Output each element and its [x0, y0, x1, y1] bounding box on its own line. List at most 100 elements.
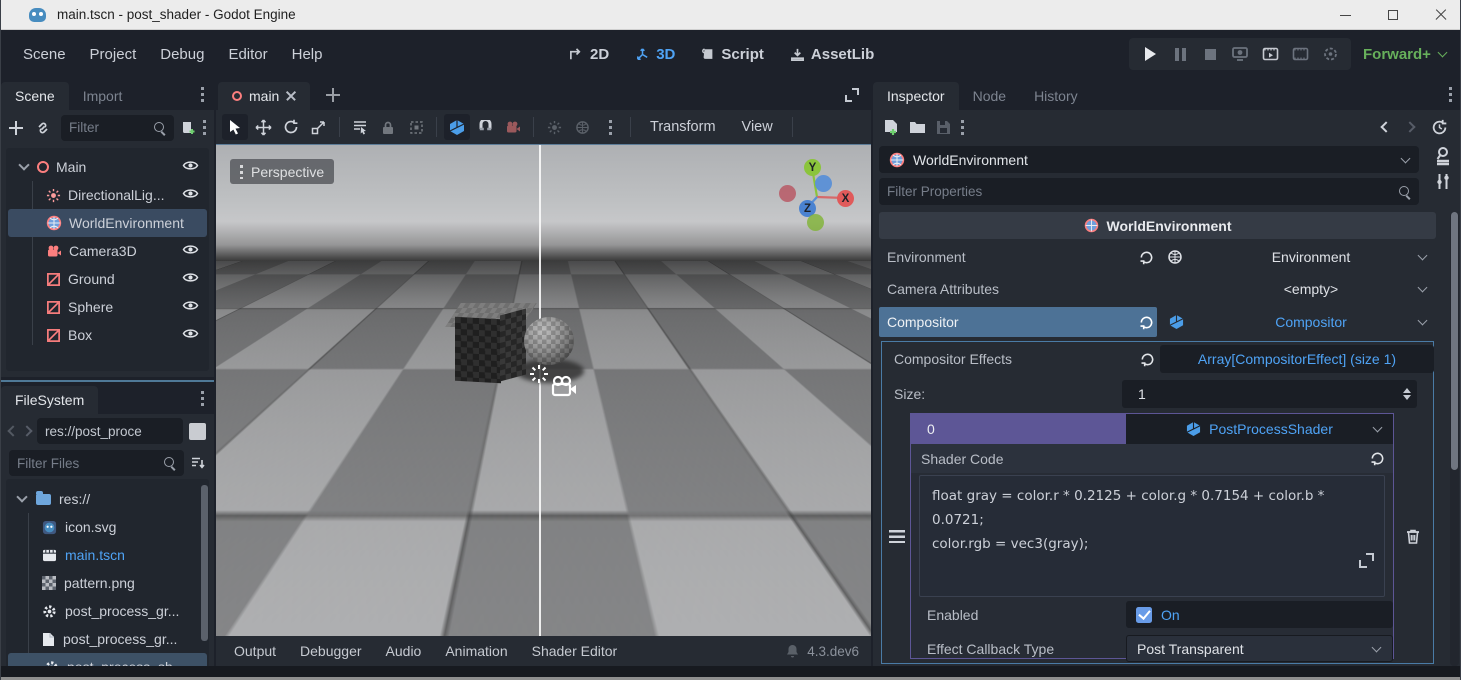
- tab-import[interactable]: Import: [69, 82, 137, 110]
- axis-neg-z-handle[interactable]: [815, 175, 832, 192]
- scene-more-options-icon[interactable]: [203, 120, 206, 135]
- maximize-button[interactable]: [1382, 4, 1404, 26]
- bottom-tab-debugger[interactable]: Debugger: [290, 643, 372, 659]
- menu-help[interactable]: Help: [280, 40, 335, 69]
- notification-bell-icon[interactable]: [786, 644, 799, 658]
- property-camera-attributes[interactable]: Camera Attributes <empty>: [879, 274, 1436, 304]
- shader-code-editor[interactable]: float gray = color.r * 0.2125 + color.g …: [919, 475, 1385, 597]
- visibility-icon[interactable]: [182, 271, 199, 287]
- customize-run-button[interactable]: [1318, 42, 1342, 66]
- lock-selected-button[interactable]: [375, 114, 401, 140]
- fs-item-post-process-shader-1[interactable]: post_process_gr...: [6, 597, 209, 625]
- scene-filter-input[interactable]: Filter: [61, 115, 174, 141]
- dock-options-icon[interactable]: [1449, 87, 1452, 102]
- expand-code-editor-icon[interactable]: [1359, 553, 1374, 568]
- use-local-space-button[interactable]: [444, 114, 470, 140]
- preview-environment-button[interactable]: [569, 114, 595, 140]
- resource-options-icon[interactable]: [961, 120, 964, 135]
- select-mode-button[interactable]: [222, 114, 248, 140]
- fs-item-pattern-png[interactable]: pattern.png: [6, 569, 209, 597]
- visibility-icon[interactable]: [182, 159, 199, 175]
- stop-button[interactable]: [1198, 42, 1222, 66]
- visibility-icon[interactable]: [182, 187, 199, 203]
- pause-button[interactable]: [1168, 42, 1192, 66]
- menu-project[interactable]: Project: [78, 40, 149, 69]
- save-resource-icon[interactable]: [936, 120, 951, 135]
- shader-code-header[interactable]: Shader Code: [911, 444, 1393, 473]
- filter-properties-input[interactable]: Filter Properties: [879, 178, 1419, 205]
- light-gizmo-icon[interactable]: [528, 363, 550, 385]
- drag-handle-icon[interactable]: [889, 530, 905, 543]
- tree-node-camera3d[interactable]: Camera3D: [6, 237, 209, 265]
- delete-element-icon[interactable]: [1405, 528, 1421, 545]
- filesystem-scrollbar[interactable]: [201, 485, 208, 641]
- minimize-button[interactable]: [1334, 4, 1356, 26]
- camera-gizmo-icon[interactable]: [548, 375, 578, 399]
- fs-item-main-tscn[interactable]: main.tscn: [6, 541, 209, 569]
- visibility-icon[interactable]: [182, 243, 199, 259]
- close-tab-icon[interactable]: [286, 91, 296, 101]
- attach-script-icon[interactable]: [180, 120, 197, 136]
- move-mode-button[interactable]: [250, 114, 276, 140]
- fs-item-root[interactable]: res://: [6, 485, 209, 513]
- group-selected-button[interactable]: [403, 114, 429, 140]
- history-forward-icon[interactable]: [1404, 121, 1415, 132]
- bottom-tab-shader-editor[interactable]: Shader Editor: [522, 643, 628, 659]
- inspector-scrollbar[interactable]: [1450, 212, 1459, 666]
- dock-options-icon[interactable]: [201, 87, 204, 102]
- tab-inspector[interactable]: Inspector: [873, 82, 959, 110]
- tree-node-sphere[interactable]: Sphere: [6, 293, 209, 321]
- axis-neg-x-handle[interactable]: [779, 185, 796, 202]
- revert-icon[interactable]: [1139, 250, 1154, 265]
- object-selector[interactable]: WorldEnvironment: [879, 146, 1419, 173]
- history-back-icon[interactable]: [7, 425, 18, 436]
- filter-files-input[interactable]: Filter Files: [9, 450, 184, 476]
- tree-node-worldenvironment[interactable]: WorldEnvironment: [8, 209, 207, 237]
- sort-files-icon[interactable]: [190, 455, 206, 471]
- list-select-button[interactable]: [347, 114, 373, 140]
- tree-node-directionallight[interactable]: DirectionalLig...: [6, 181, 209, 209]
- property-environment[interactable]: Environment Environment: [879, 242, 1436, 272]
- bottom-tab-audio[interactable]: Audio: [376, 643, 432, 659]
- load-resource-icon[interactable]: [909, 120, 926, 134]
- use-snap-button[interactable]: [472, 114, 498, 140]
- workspace-3d-button[interactable]: 3D: [627, 42, 683, 67]
- tree-node-box[interactable]: Box: [6, 321, 209, 349]
- bottom-tab-output[interactable]: Output: [224, 643, 286, 659]
- play-button[interactable]: [1138, 42, 1162, 66]
- 3d-viewport[interactable]: Perspective Y X Z: [216, 145, 871, 636]
- revert-icon[interactable]: [1370, 451, 1385, 466]
- history-back-icon[interactable]: [1380, 121, 1391, 132]
- size-spinner[interactable]: [1403, 388, 1411, 400]
- scale-mode-button[interactable]: [306, 114, 332, 140]
- remote-debug-button[interactable]: [1228, 42, 1252, 66]
- rotate-mode-button[interactable]: [278, 114, 304, 140]
- workspace-script-button[interactable]: Script: [693, 42, 772, 67]
- menu-debug[interactable]: Debug: [148, 40, 216, 69]
- fs-item-post-process-file[interactable]: post_process_gr...: [6, 625, 209, 653]
- dock-options-icon[interactable]: [201, 391, 204, 406]
- toggle-split-mode-button[interactable]: [189, 423, 206, 440]
- revert-icon[interactable]: [1139, 315, 1154, 330]
- expand-viewport-icon[interactable]: [845, 88, 859, 102]
- tree-node-main[interactable]: Main: [6, 153, 209, 181]
- scene-tab-main[interactable]: main: [218, 82, 310, 110]
- menu-scene[interactable]: Scene: [11, 40, 78, 69]
- fs-item-icon-svg[interactable]: icon.svg: [6, 513, 209, 541]
- bottom-tab-animation[interactable]: Animation: [435, 643, 517, 659]
- movie-play-button[interactable]: [1258, 42, 1282, 66]
- close-button[interactable]: [1430, 4, 1452, 26]
- movie-maker-button[interactable]: [1288, 42, 1312, 66]
- menu-editor[interactable]: Editor: [216, 40, 279, 69]
- property-compositor-effects[interactable]: Compositor Effects Array[CompositorEffec…: [882, 344, 1433, 374]
- instance-scene-icon[interactable]: [35, 120, 51, 136]
- tab-node[interactable]: Node: [959, 82, 1020, 110]
- visibility-icon[interactable]: [182, 327, 199, 343]
- element-resource-selector[interactable]: PostProcessShader: [1126, 414, 1393, 444]
- tree-node-ground[interactable]: Ground: [6, 265, 209, 293]
- visibility-icon[interactable]: [182, 299, 199, 315]
- extra-options-icon[interactable]: [597, 114, 623, 140]
- revert-icon[interactable]: [1140, 352, 1155, 367]
- axis-y-handle[interactable]: Y: [804, 159, 821, 176]
- axis-x-handle[interactable]: X: [837, 190, 854, 207]
